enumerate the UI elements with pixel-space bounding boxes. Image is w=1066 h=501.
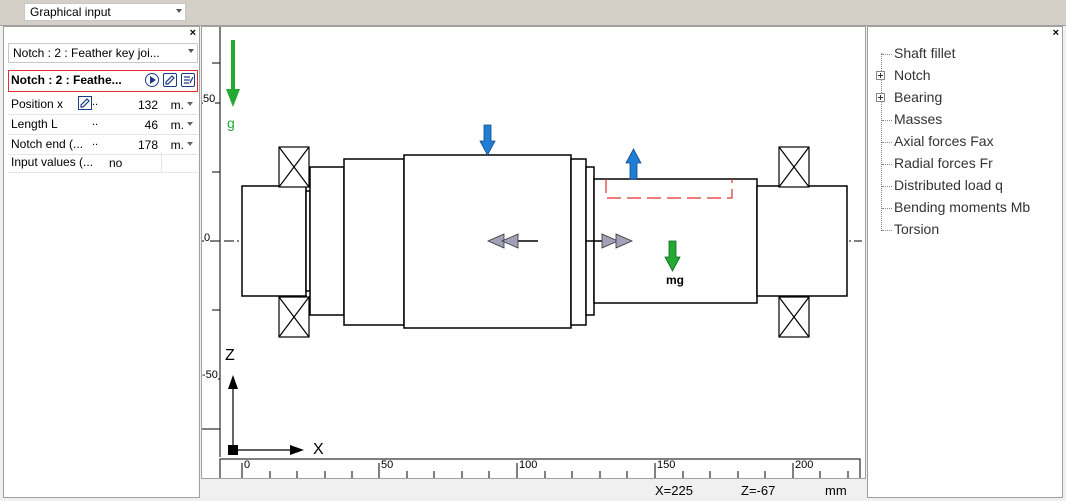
view-mode-select[interactable]: Graphical input (24, 3, 186, 21)
expand-icon[interactable] (876, 93, 885, 102)
edit-icon[interactable] (163, 73, 177, 87)
chevron-down-icon[interactable] (187, 142, 193, 146)
tree-item-distributed-load[interactable]: Distributed load q (894, 177, 1003, 193)
tree-connector (882, 54, 892, 55)
property-unit[interactable]: m. (171, 138, 184, 152)
property-panel: × Notch : 2 : Feather key joi... Notch :… (3, 26, 200, 498)
element-select-value: Notch : 2 : Feather key joi... (13, 46, 160, 60)
property-unit[interactable]: m. (171, 98, 184, 112)
property-label: Position x (11, 97, 64, 111)
more-dots[interactable]: .. (92, 96, 98, 108)
tree-item-bearing[interactable]: Bearing (894, 89, 942, 105)
status-z: Z=-67 (741, 483, 776, 498)
tree-connector (882, 186, 892, 187)
status-x: X=225 (655, 483, 693, 498)
status-unit: mm (825, 483, 847, 498)
property-label: Length L (11, 117, 58, 131)
gravity-label: g (227, 115, 235, 131)
chevron-down-icon (176, 9, 182, 13)
chevron-down-icon (188, 49, 194, 53)
property-label: Input values (... (11, 155, 94, 169)
tree-connector (882, 230, 892, 231)
h-tick-label: 50 (381, 459, 394, 471)
play-icon[interactable] (145, 73, 159, 87)
property-header: Notch : 2 : Feathe... (8, 70, 198, 92)
shaft-drawing (202, 27, 862, 478)
property-header-title: Notch : 2 : Feathe... (11, 73, 122, 87)
tree-item-notch[interactable]: Notch (894, 67, 931, 83)
tree-item-axial-forces[interactable]: Axial forces Fax (894, 133, 994, 149)
property-value[interactable]: 46 (145, 118, 158, 132)
tree-connector (882, 142, 892, 143)
tree-item-shaft-fillet[interactable]: Shaft fillet (894, 45, 955, 61)
h-tick-label: 100 (519, 459, 538, 471)
property-row-length[interactable]: Length L .. 46 m. (8, 114, 198, 135)
property-value[interactable]: 178 (138, 138, 158, 152)
property-row-position[interactable]: Position x .. 132 m. (8, 94, 198, 115)
tree-item-bending-moments[interactable]: Bending moments Mb (894, 199, 1030, 215)
top-toolbar: Graphical input (0, 0, 1066, 26)
chevron-down-icon[interactable] (187, 102, 193, 106)
z-axis-label: Z (225, 347, 235, 364)
v-tick-label: 50 (203, 93, 216, 105)
status-bar: X=225 Z=-67 mm (201, 480, 866, 500)
tree-item-radial-forces[interactable]: Radial forces Fr (894, 155, 993, 171)
chevron-down-icon[interactable] (187, 122, 193, 126)
property-row-input-values[interactable]: Input values (... no (8, 152, 198, 173)
tree-connector (882, 120, 892, 121)
edit-icon[interactable] (78, 96, 92, 110)
drawing-canvas[interactable]: g mg Z X 50 0 -50 0 50 100 150 200 (201, 26, 866, 479)
tree-connector (882, 164, 892, 165)
h-tick-label: 0 (244, 459, 251, 471)
v-tick-label: -50 (202, 369, 218, 381)
v-tick-label: 0 (204, 232, 211, 244)
element-tree-panel: × Shaft fillet Notch Bearing Masses Axia… (867, 26, 1063, 498)
mass-label: mg (666, 273, 684, 287)
x-axis-label: X (313, 441, 324, 458)
h-tick-label: 200 (795, 459, 814, 471)
view-mode-select-value: Graphical input (30, 5, 111, 19)
tree-connector (882, 208, 892, 209)
close-icon[interactable]: × (190, 27, 196, 39)
expand-icon[interactable] (876, 71, 885, 80)
more-dots[interactable]: .. (92, 136, 98, 148)
property-label: Notch end (... (11, 137, 84, 151)
property-unit[interactable]: m. (171, 118, 184, 132)
tree-item-torsion[interactable]: Torsion (894, 221, 939, 237)
property-value[interactable]: no (109, 156, 122, 170)
close-icon[interactable]: × (1053, 27, 1059, 39)
h-tick-label: 150 (657, 459, 676, 471)
tree-item-masses[interactable]: Masses (894, 111, 942, 127)
notes-icon[interactable] (181, 73, 195, 87)
more-dots[interactable]: .. (92, 116, 98, 128)
column-divider (161, 152, 162, 172)
element-select[interactable]: Notch : 2 : Feather key joi... (8, 43, 198, 63)
property-value[interactable]: 132 (138, 98, 158, 112)
